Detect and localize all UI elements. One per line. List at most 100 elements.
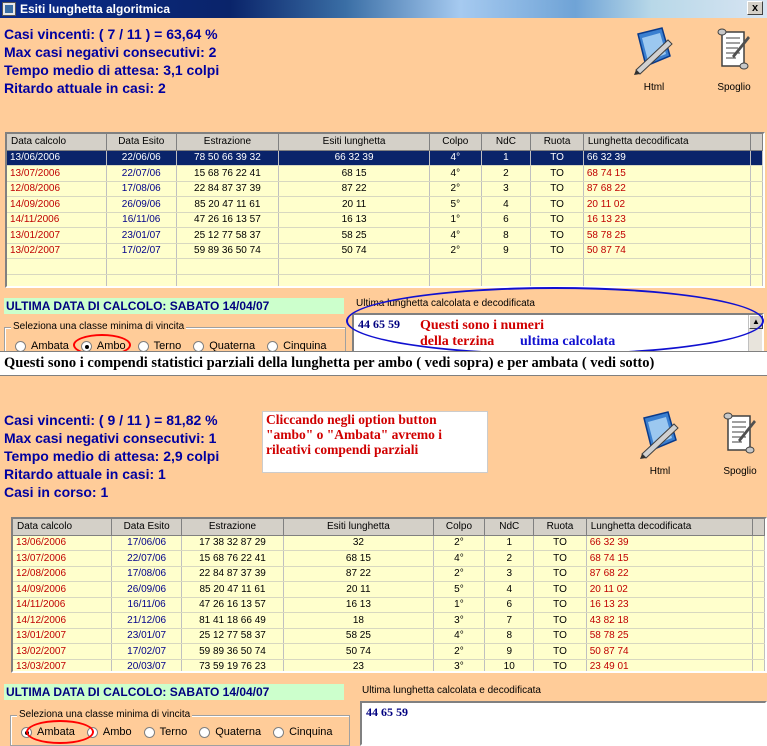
table-cell: 2°: [429, 181, 482, 197]
empty-cell: [106, 258, 177, 275]
table-cell: 4: [481, 196, 532, 213]
radio-circle-icon[interactable]: [199, 726, 211, 738]
table-cell: 14/11/2006: [13, 597, 113, 613]
table-cell: 2: [481, 165, 532, 182]
table-cell-filler: [752, 612, 765, 629]
table-cell: 13/07/2006: [13, 550, 113, 567]
column-header[interactable]: Data Esito: [106, 134, 177, 151]
stat-casi-in-corso: Casi in corso: 1: [4, 484, 109, 500]
column-header[interactable]: Esiti lunghetta: [278, 134, 430, 151]
table-row[interactable]: 14/09/2006 26/09/06 85 20 47 11 61 20 11 5° 4…: [7, 196, 763, 213]
table-row[interactable]: 13/02/2007 17/02/07 59 89 36 50 74 50 74 2° 9…: [7, 243, 763, 259]
table-cell: 87 22: [278, 181, 430, 197]
column-header[interactable]: NdC: [484, 519, 535, 536]
html-button-bottom[interactable]: Html: [630, 410, 690, 477]
table-cell: 5°: [433, 581, 486, 598]
column-header[interactable]: Lunghetta decodificata: [586, 519, 754, 536]
top-results-grid[interactable]: Data calcolo Data Esito Estrazione Esiti lu…: [5, 132, 765, 288]
column-header[interactable]: Ruota: [530, 134, 584, 151]
column-header[interactable]: Ruota: [533, 519, 587, 536]
html-label: Html: [643, 82, 665, 93]
table-row[interactable]: 14/09/2006 26/09/06 85 20 47 11 61 20 11 5° 4…: [13, 581, 765, 598]
empty-cell: [278, 274, 430, 286]
table-cell: 6: [484, 597, 535, 613]
column-header[interactable]: Estrazione: [181, 519, 285, 536]
radio-label: Terno: [159, 726, 188, 738]
table-row[interactable]: 13/02/2007 17/02/07 59 89 36 50 74 50 74 2° 9…: [13, 643, 765, 660]
table-cell: 8: [484, 628, 535, 644]
table-cell: 66 32 39: [583, 150, 752, 166]
table-cell: TO: [530, 165, 584, 182]
table-row[interactable]: 14/11/2006 16/11/06 47 26 16 13 57 16 13 1° 6…: [7, 212, 763, 228]
radio-circle-icon[interactable]: [267, 340, 279, 352]
top-stats: Casi vincenti: ( 7 / 11 ) = 63,64 % Max …: [4, 25, 219, 97]
empty-cell: [583, 274, 752, 286]
bottom-last-value-box[interactable]: 44 65 59: [360, 701, 767, 746]
column-header[interactable]: Data calcolo: [7, 134, 107, 151]
column-header[interactable]: NdC: [481, 134, 532, 151]
table-cell: 87 68 22: [586, 566, 754, 582]
radio-cinquina[interactable]: Cinquina: [273, 726, 333, 738]
column-header[interactable]: Estrazione: [176, 134, 280, 151]
table-row[interactable]: 13/01/2007 23/01/07 25 12 77 58 37 58 25 4° 8…: [13, 628, 765, 644]
radio-circle-icon[interactable]: [15, 340, 26, 352]
table-cell: 4°: [429, 165, 482, 182]
radio-terno[interactable]: Terno: [143, 726, 188, 738]
stat-ritardo: Ritardo attuale in casi: 2: [4, 80, 166, 96]
table-cell: 66 32 39: [278, 150, 430, 166]
table-row[interactable]: 14/12/2006 21/12/06 81 41 18 66 49 18 3° 7 TO 4…: [13, 612, 765, 629]
table-cell: 12/08/2006: [13, 566, 113, 582]
radio-circle-icon[interactable]: [143, 726, 155, 738]
table-row[interactable]: 13/07/2006 22/07/06 15 68 76 22 41 68 15 4° 2…: [13, 550, 765, 567]
table-row[interactable]: 12/08/2006 17/08/06 22 84 87 37 39 87 22 2° 3…: [13, 566, 765, 582]
table-cell: TO: [530, 212, 584, 228]
table-cell: 4°: [429, 227, 482, 244]
table-row[interactable]: 14/11/2006 16/11/06 47 26 16 13 57 16 13 1° 6…: [13, 597, 765, 613]
table-cell: 16 13: [283, 597, 434, 613]
column-header[interactable]: Data Esito: [111, 519, 182, 536]
table-cell: 17/08/06: [111, 566, 182, 582]
table-row[interactable]: 13/06/2006 17/06/06 17 38 32 87 29 32 2° 1 TO 6…: [13, 535, 765, 551]
table-cell: 17/02/07: [111, 643, 182, 660]
table-cell: 13/07/2006: [7, 165, 107, 182]
empty-cell: [750, 258, 763, 275]
empty-cell: [429, 274, 482, 286]
radio-circle-icon[interactable]: [193, 340, 205, 352]
html-button[interactable]: Html: [624, 26, 684, 93]
table-cell: 13/06/2006: [13, 535, 113, 551]
table-row[interactable]: 13/06/2006 22/06/06 78 50 66 39 32 66 32 39…: [7, 150, 763, 166]
spoglio-button-bottom[interactable]: Spoglio: [710, 410, 767, 477]
bottom-last-value: 44 65 59: [366, 705, 408, 719]
table-cell: TO: [530, 196, 584, 213]
explanation-band: Questi sono i compendi statistici parzia…: [0, 351, 767, 376]
radio-quaterna[interactable]: Quaterna: [199, 726, 261, 738]
column-header[interactable]: Data calcolo: [13, 519, 113, 536]
bottom-results-grid[interactable]: Data calcolo Data Esito Estrazione Esiti lu…: [11, 517, 767, 673]
table-row[interactable]: 13/01/2007 23/01/07 25 12 77 58 37 58 25 4° 8…: [7, 227, 763, 244]
table-cell: 9: [484, 643, 535, 660]
column-header[interactable]: Esiti lunghetta: [283, 519, 434, 536]
table-row[interactable]: 13/03/2007 20/03/07 73 59 19 76 23 23 3° 10 TO…: [13, 659, 765, 671]
stat-max-negativi: Max casi negativi consecutivi: 1: [4, 430, 217, 446]
radio-label: Cinquina: [289, 726, 333, 738]
table-cell: 7: [484, 612, 535, 629]
table-row[interactable]: 12/08/2006 17/08/06 22 84 87 37 39 87 22 2° 3…: [7, 181, 763, 197]
column-header[interactable]: Colpo: [433, 519, 486, 536]
html-label: Html: [649, 466, 671, 477]
table-cell: 4: [484, 581, 535, 598]
table-cell: 3°: [433, 612, 486, 629]
empty-cell: [583, 258, 752, 275]
spoglio-button[interactable]: Spoglio: [704, 26, 764, 93]
table-cell: 43 82 18: [586, 612, 754, 629]
table-cell-filler: [750, 150, 763, 166]
column-header[interactable]: Colpo: [429, 134, 482, 151]
radio-circle-icon[interactable]: [137, 340, 149, 352]
radio-circle-icon[interactable]: [273, 726, 285, 738]
table-row[interactable]: 13/07/2006 22/07/06 15 68 76 22 41 68 15 4° 2…: [7, 165, 763, 182]
column-header[interactable]: Lunghetta decodificata: [583, 134, 752, 151]
empty-cell: [429, 258, 482, 275]
close-button[interactable]: x: [747, 1, 763, 15]
table-cell-filler: [752, 643, 765, 660]
table-cell: 16 13 23: [583, 212, 752, 228]
table-cell: TO: [533, 535, 587, 551]
